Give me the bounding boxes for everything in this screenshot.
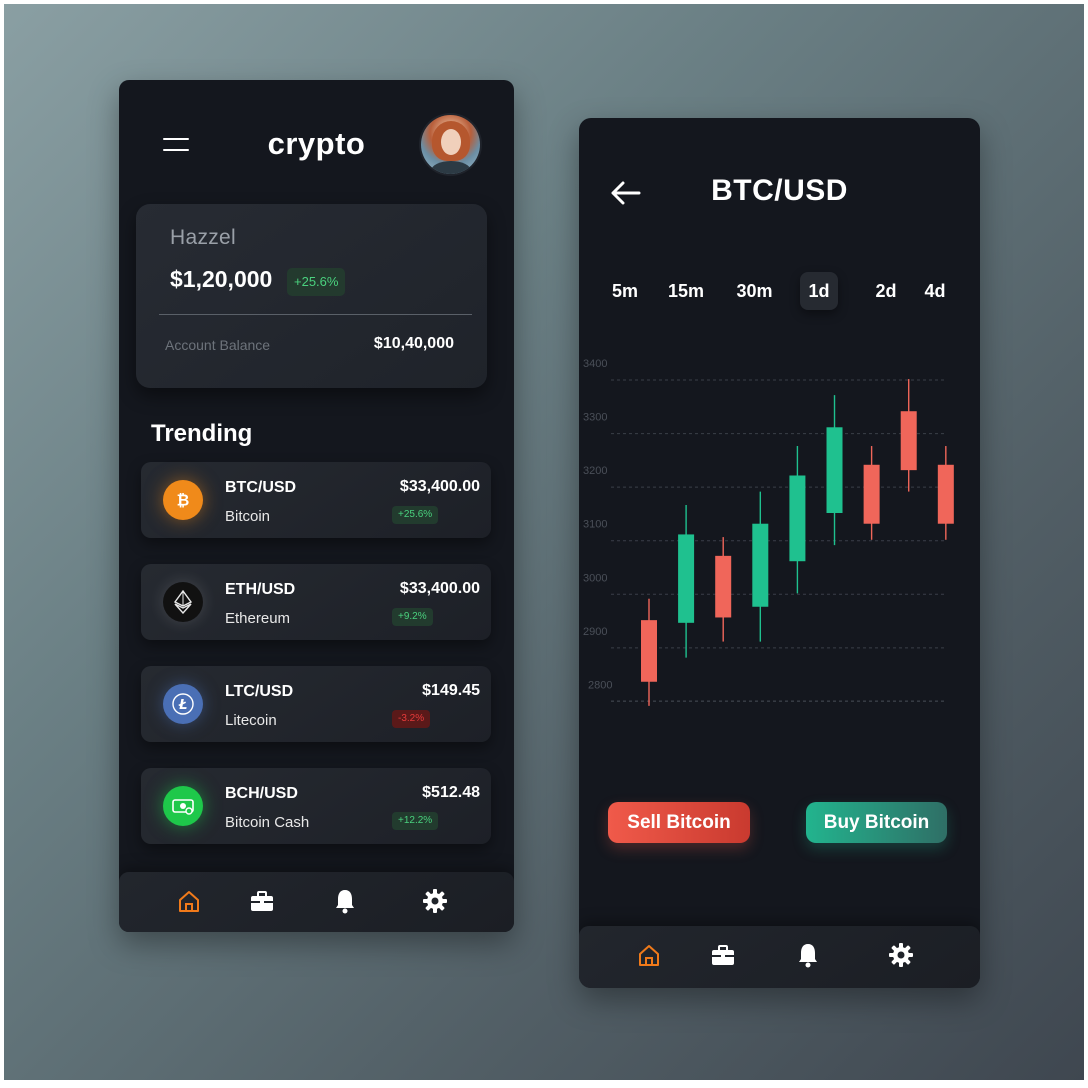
home-icon[interactable] <box>174 886 204 916</box>
candle <box>900 379 917 492</box>
y-tick-label: 3100 <box>583 519 607 531</box>
briefcase-icon[interactable] <box>708 940 738 970</box>
coin-pair: ETH/USD <box>225 581 296 598</box>
candle-body <box>752 523 769 607</box>
y-tick-label: 3200 <box>583 465 607 477</box>
candle <box>641 598 657 706</box>
bitcoin-icon: ₿ <box>163 480 203 520</box>
y-tick-label: 3000 <box>583 572 607 584</box>
ethereum-icon <box>163 582 203 622</box>
section-title: Trending <box>151 420 253 447</box>
tab-5m[interactable]: 5m <box>607 272 643 310</box>
sell-bitcoin-button[interactable]: Sell Bitcoin <box>608 802 750 843</box>
coin-name: Bitcoin Cash <box>225 814 310 831</box>
bell-icon[interactable] <box>793 940 823 970</box>
bottom-nav <box>579 926 980 988</box>
coin-change-badge: +9.2% <box>392 608 433 626</box>
tab-4d[interactable]: 4d <box>919 272 951 310</box>
coin-change-badge: -3.2% <box>392 710 431 728</box>
briefcase-icon[interactable] <box>247 886 277 916</box>
candle-body <box>641 620 657 682</box>
buy-bitcoin-button[interactable]: Buy Bitcoin <box>806 802 947 843</box>
coin-pair: BCH/USD <box>225 785 298 802</box>
y-tick-label: 3400 <box>583 358 607 370</box>
coin-name: Bitcoin <box>225 508 271 525</box>
candle-body <box>937 464 954 524</box>
coin-row-bch[interactable]: BCH/USD Bitcoin Cash $512.48 +12.2% <box>141 768 491 844</box>
coin-price: $512.48 <box>422 784 480 801</box>
candle <box>752 491 769 642</box>
home-screen: crypto Hazzel $1,20,000 +25.6% Account B… <box>119 80 514 932</box>
litecoin-icon: Ł <box>163 684 203 724</box>
coin-pair: BTC/USD <box>225 479 297 496</box>
avatar[interactable] <box>421 115 480 174</box>
coin-row-ltc[interactable]: Ł LTC/USD Litecoin $149.45 -3.2% <box>141 666 491 742</box>
y-tick-label: 2900 <box>583 626 607 638</box>
candle-body <box>678 534 695 623</box>
candle-body <box>863 464 880 524</box>
coin-change-badge: +12.2% <box>392 812 439 830</box>
candle-body <box>826 427 843 513</box>
background-canvas: crypto Hazzel $1,20,000 +25.6% Account B… <box>4 4 1084 1080</box>
candle-body <box>789 475 806 562</box>
user-name: Hazzel <box>170 226 236 249</box>
balance-card: Hazzel $1,20,000 +25.6% Account Balance … <box>136 204 487 388</box>
candle-body <box>715 555 732 618</box>
candlestick-chart: 3400 3300 3200 3100 3000 2900 2800 <box>583 358 954 706</box>
coin-price: $33,400.00 <box>399 478 480 495</box>
svg-text:Ł: Ł <box>178 698 188 713</box>
candle <box>937 446 954 540</box>
bottom-nav <box>119 872 514 932</box>
tab-15m[interactable]: 15m <box>666 272 706 310</box>
pair-title: BTC/USD <box>711 174 848 207</box>
y-tick-label: 2800 <box>588 679 612 691</box>
bell-icon[interactable] <box>330 886 360 916</box>
detail-screen: BTC/USD 5m 15m 30m 1d 2d 4d 3400 3300 3200… <box>579 118 980 988</box>
total-amount: $1,20,000 <box>170 266 273 292</box>
bitcoin-cash-icon <box>163 786 203 826</box>
candle-body <box>900 411 917 471</box>
candle <box>863 446 880 540</box>
coin-price: $149.45 <box>422 682 480 699</box>
coin-change-badge: +25.6% <box>392 506 439 524</box>
gear-icon[interactable] <box>886 940 916 970</box>
home-icon[interactable] <box>634 940 664 970</box>
candle <box>715 537 732 642</box>
tab-30m[interactable]: 30m <box>732 272 777 310</box>
total-change-badge: +25.6% <box>287 268 346 296</box>
y-tick-label: 3300 <box>583 412 607 424</box>
coin-pair: LTC/USD <box>225 683 294 700</box>
candle <box>789 446 806 594</box>
tab-2d[interactable]: 2d <box>870 272 902 310</box>
candle <box>678 504 695 658</box>
coin-name: Litecoin <box>225 712 277 729</box>
candle <box>826 395 843 546</box>
tab-1d[interactable]: 1d <box>800 272 838 310</box>
balance-label: Account Balance <box>165 337 271 353</box>
coin-row-btc[interactable]: ₿ BTC/USD Bitcoin $33,400.00 +25.6% <box>141 462 491 538</box>
divider <box>159 314 472 315</box>
coin-price: $33,400.00 <box>399 580 480 597</box>
svg-text:₿: ₿ <box>177 492 190 510</box>
gear-icon[interactable] <box>420 886 450 916</box>
coin-name: Ethereum <box>225 610 291 627</box>
coin-row-eth[interactable]: ETH/USD Ethereum $33,400.00 +9.2% <box>141 564 491 640</box>
balance-value: $10,40,000 <box>373 335 454 352</box>
